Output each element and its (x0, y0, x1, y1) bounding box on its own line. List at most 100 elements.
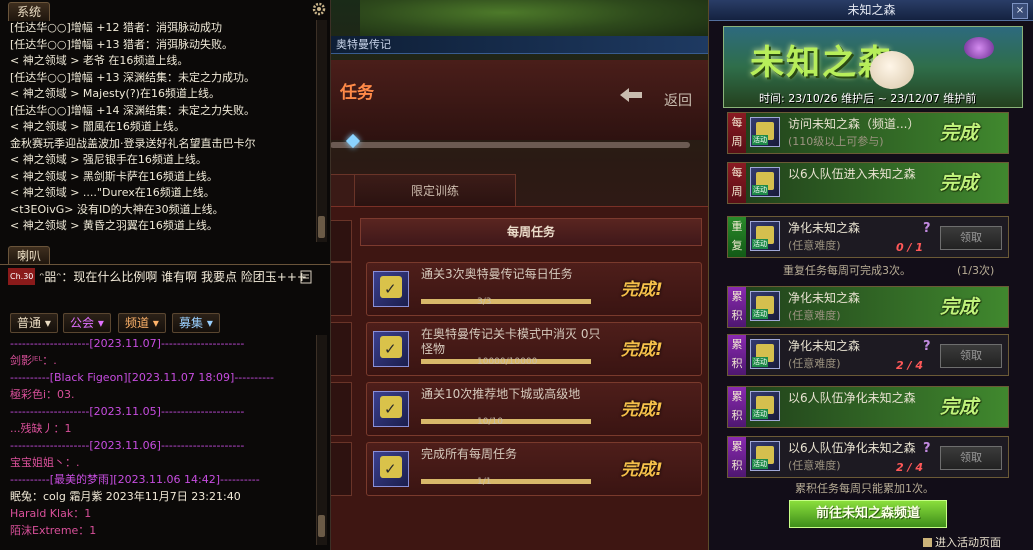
mission-item-icon: 活动 (750, 339, 780, 369)
back-arrow-icon[interactable] (620, 88, 642, 102)
tab-horn[interactable]: 喇叭 (8, 246, 51, 265)
left-list-item[interactable] (330, 322, 352, 376)
row-title: 以6人队伍净化未知之森 (788, 441, 916, 455)
chat-message: 剑影ᴶᴱᴸ：. (10, 354, 57, 367)
left-list-item[interactable] (330, 262, 352, 316)
task-check-icon: ✓ (373, 391, 409, 427)
left-list-item[interactable] (330, 442, 352, 496)
tab-system[interactable]: 系统 (8, 2, 51, 21)
task-status: 完成! (621, 460, 663, 480)
mission-window: 奥特曼传记 任务 返回 限定训练 每周任务 ✓ 通关3次奥特曼传记每日任务 3/3 完… (330, 0, 710, 550)
task-check-icon: ✓ (373, 331, 409, 367)
system-message: [任达华○○]增幅 +13 猎者：消弭脉动失败。 (10, 37, 233, 51)
event-mission-row: 累积 活动 净化未知之森 (任意难度)? 2 / 4 领取 (727, 334, 1009, 376)
row-subtitle: (任意难度) (788, 459, 841, 472)
horn-text: ᵔ㗊ᵔ：现在什么比例啊 谁有啊 我要点 险团玉+++ (39, 270, 307, 284)
mission-panel (330, 206, 708, 550)
weekly-task-row[interactable]: ✓ 完成所有每周任务 1/1 完成! (366, 442, 702, 496)
dropdown-recruit[interactable]: 募集 ▾ (172, 313, 220, 333)
chat-message: 眠兔：colg 霜月紫 2023年11月7日 23:21:40 (10, 490, 241, 503)
memo-icon[interactable] (300, 270, 312, 284)
chat-separator: --------------------[2023.11.06]--------… (10, 439, 245, 452)
task-progress-bar (421, 479, 591, 484)
claim-button[interactable]: 领取 (940, 446, 1002, 470)
tab-limited-training[interactable]: 限定训练 (354, 174, 516, 208)
mascot-icon (870, 51, 914, 89)
task-progress-value: 10/10 (477, 417, 503, 427)
event-panel: 未知之森 × 未知之森 时间: 23/10/26 维护后 ~ 23/12/07 … (708, 0, 1033, 550)
mission-item-icon: 活动 (750, 117, 780, 147)
dropdown-guild[interactable]: 公会 ▾ (63, 313, 111, 333)
task-status: 完成! (621, 400, 663, 420)
task-progress-bar (421, 299, 591, 304)
back-button[interactable]: 返回 (664, 90, 692, 110)
enter-event-page-link[interactable]: 进入活动页面 (923, 534, 1001, 550)
accumulate-note: 累积任务每周只能累加1次。 (795, 482, 934, 495)
system-message: [任达华○○]增幅 +14 深渊结集：未定之力失败。 (10, 103, 255, 117)
row-tag: 重复 (728, 217, 746, 257)
system-message: < 神之领域 > 黄昏之羽翼在16频道上线。 (10, 219, 218, 232)
task-progress-value: 10000/10000 (477, 357, 538, 367)
question-icon[interactable]: ? (923, 339, 931, 354)
system-message: < 神之领域 > 强尼银手在16频道上线。 (10, 153, 207, 166)
row-count: 2 / 4 (896, 359, 923, 372)
event-mission-row: 每周 活动 访问未知之森（频道...） (110级以上可参与) 完成 (727, 112, 1009, 154)
claim-button[interactable]: 领取 (940, 344, 1002, 368)
mission-header-title: 任务 (340, 83, 374, 103)
system-message: 金秋赛玩季迎战盖波加·登录送好礼名望直击巴卡尔 (10, 136, 256, 150)
event-mission-row: 累积 活动 以6人队伍净化未知之森 完成 (727, 386, 1009, 428)
task-status: 完成! (621, 280, 663, 300)
question-icon[interactable]: ? (923, 221, 931, 236)
horn-message: Ch.30 ᵔ㗊ᵔ：现在什么比例啊 谁有啊 我要点 险团玉+++ (8, 268, 308, 306)
chat-panel: 系统 [任达华○○]增幅 +12 猎者：消弭脉动成功 [任达华○○]增幅 +13 … (0, 0, 331, 550)
row-tag: 累积 (728, 335, 746, 375)
row-title: 访问未知之森（频道...） (788, 117, 920, 131)
weekly-task-row[interactable]: ✓ 通关10次推荐地下城或高级地 10/10 完成! (366, 382, 702, 436)
tab-left[interactable] (330, 174, 356, 208)
question-icon[interactable]: ? (923, 441, 931, 456)
mission-window-title: 奥特曼传记 (330, 36, 710, 54)
system-message: < 神之领域 > ...."Durex在16频道上线。 (10, 186, 215, 199)
system-message: < 神之领域 > Majesty(?)在16频道上线。 (10, 87, 220, 100)
system-message: <t3EOivG> 没有ID的大神在30频道上线。 (10, 202, 224, 216)
system-message: < 神之领域 > 闇風在16频道上线。 (10, 120, 185, 133)
dropdown-channel[interactable]: 频道 ▾ (118, 313, 166, 333)
left-list-item[interactable] (330, 382, 352, 436)
mission-item-icon: 活动 (750, 441, 780, 471)
close-button[interactable]: × (1012, 3, 1028, 19)
task-text: 在奥特曼传记关卡模式中消灭 0只怪物 (421, 327, 601, 356)
mission-item-icon: 活动 (750, 167, 780, 197)
dropdown-label: 频道 (125, 316, 150, 330)
row-subtitle: (任意难度) (788, 309, 841, 322)
mission-header-bg (330, 60, 710, 140)
task-text: 完成所有每周任务 (421, 447, 518, 461)
chat-message-list: --------------------[2023.11.07]--------… (10, 335, 315, 545)
gear-icon[interactable] (312, 2, 326, 16)
chat-separator: ----------[Black Figeon][2023.11.07 18:0… (10, 371, 275, 384)
task-progress-value: 1/1 (477, 477, 492, 487)
event-mission-row: 重复 活动 净化未知之森 (任意难度)? 0 / 1 领取 (727, 216, 1009, 258)
system-message: [任达华○○]增幅 +13 深渊结集：未定之力成功。 (10, 70, 255, 84)
weekly-mission-header: 每周任务 (360, 218, 702, 246)
claim-button[interactable]: 领取 (940, 226, 1002, 250)
weekly-task-row[interactable]: ✓ 通关3次奥特曼传记每日任务 3/3 完成! (366, 262, 702, 316)
dropdown-normal[interactable]: 普通 ▾ (10, 313, 58, 333)
row-complete-status: 完成 (940, 296, 979, 318)
chat-message: 極彩色i：03. (10, 388, 75, 401)
system-message: < 神之领域 > 老爷 在16频道上线。 (10, 54, 189, 67)
mission-item-icon: 活动 (750, 291, 780, 321)
goto-channel-button[interactable]: 前往未知之森频道 (789, 500, 947, 528)
chat-scrollbar[interactable] (316, 335, 327, 545)
left-list-item[interactable] (330, 220, 352, 262)
system-message-list: [任达华○○]增幅 +12 猎者：消弭脉动成功 [任达华○○]增幅 +13 猎者：… (10, 20, 310, 240)
chat-separator: --------------------[2023.11.05]--------… (10, 405, 245, 418)
system-scrollbar[interactable] (316, 20, 327, 242)
weekly-task-row[interactable]: ✓ 在奥特曼传记关卡模式中消灭 0只怪物 10000/10000 完成! (366, 322, 702, 376)
row-title: 净化未知之森 (788, 291, 861, 305)
chat-separator: ----------[最美的梦雨][2023.11.06 14:42]-----… (10, 473, 260, 486)
page-icon (923, 538, 932, 547)
row-subtitle: (任意难度) (788, 357, 841, 370)
task-text: 通关10次推荐地下城或高级地 (421, 387, 581, 401)
repeat-count: (1/3次) (957, 264, 995, 277)
task-progress-bar (421, 419, 591, 424)
